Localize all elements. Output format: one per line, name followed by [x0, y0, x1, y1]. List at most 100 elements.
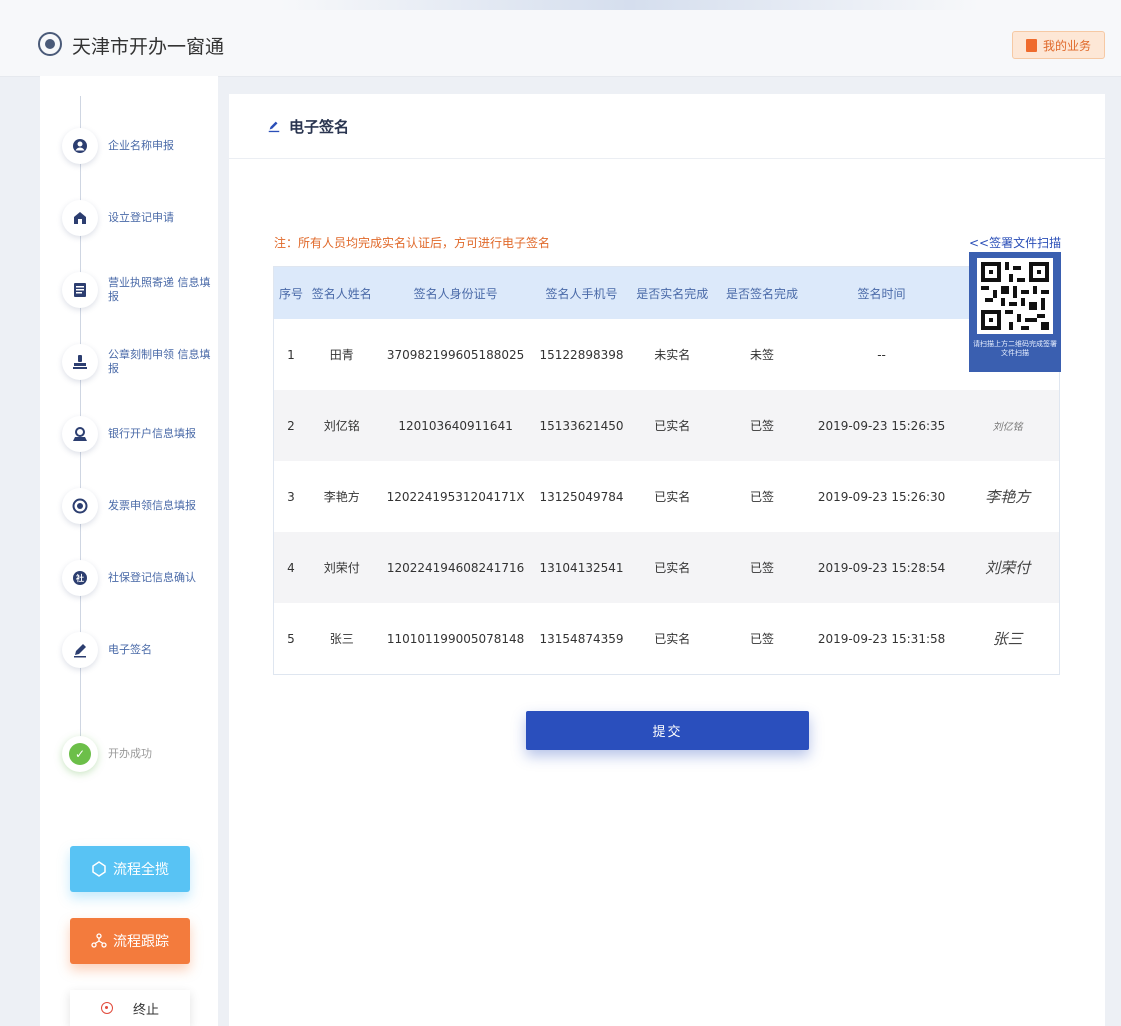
table-row: 2 刘亿铭 120103640911641 15133621450 已实名 已签…: [273, 390, 1060, 461]
step-label: 银行开户信息填报: [108, 427, 196, 440]
realname-note: 注：所有人员均完成实名认证后，方可进行电子签名: [274, 236, 551, 250]
pen-icon: [62, 632, 98, 668]
step-social-security[interactable]: 社 社保登记信息确认: [62, 558, 212, 598]
col-header-signed: 是否签名完成: [717, 266, 807, 319]
step-label: 电子签名: [108, 643, 152, 656]
clipboard-icon: [62, 272, 98, 308]
top-bar: 天津市开办一窗通 我的业务: [0, 0, 1121, 77]
cell-name: 田青: [329, 348, 354, 362]
cell-realname-status: 未实名: [654, 348, 691, 362]
qr-code-card: 请扫描上方二维码完成签署文件扫描: [969, 252, 1061, 372]
my-business-button[interactable]: 我的业务: [1012, 31, 1105, 59]
process-overview-button[interactable]: 流程全揽: [70, 846, 190, 892]
svg-text:社: 社: [75, 573, 84, 583]
cell-phone: 15122898398: [539, 347, 624, 362]
handwritten-signature: 刘亿铭: [992, 422, 1023, 433]
cell-index: 5: [287, 631, 295, 646]
cell-index: 4: [273, 532, 308, 603]
cell-signed-status: 已签: [749, 490, 774, 504]
step-label: 发票申领信息填报: [108, 499, 196, 512]
qr-caption: 请扫描上方二维码完成签署文件扫描: [973, 340, 1057, 357]
cell-signed-status: 已签: [717, 390, 807, 461]
step-label: 社保登记信息确认: [108, 571, 196, 584]
social-security-icon: 社: [62, 560, 98, 596]
process-track-label: 流程跟踪: [113, 934, 169, 950]
sidebar: 企业名称申报 设立登记申请 营业执照寄递 信息填报 公章刻制申领 信息填报 银行…: [40, 76, 218, 1026]
document-icon: [1025, 38, 1037, 52]
cell-realname-status: 已实名: [654, 490, 691, 504]
check-icon: ✓: [62, 736, 98, 772]
cell-realname-status: 已实名: [627, 390, 718, 461]
cell-signed-status: 未签: [749, 348, 774, 362]
table-row: 1 田青 370982199605188025 15122898398 未实名 …: [274, 319, 1060, 390]
col-header-realname: 是否实名完成: [627, 266, 718, 319]
cell-sign-time: 2019-09-23 15:31:58: [817, 631, 946, 646]
handwritten-signature: 刘荣付: [985, 559, 1031, 577]
table-row: 3 李艳方 12022419531204171X 13125049784 已实名…: [274, 461, 1060, 532]
cell-signature: 刘荣付: [956, 532, 1060, 603]
cell-phone: 13125049784: [539, 489, 624, 504]
step-label: 设立登记申请: [108, 211, 174, 224]
logo-icon: [38, 32, 62, 56]
overview-icon: [92, 861, 106, 877]
signers-table: 序号 签名人姓名 签名人身份证号 签名人手机号 是否实名完成 是否签名完成 签名…: [273, 266, 1060, 675]
banner-stripe: [280, 0, 980, 10]
step-success[interactable]: ✓ 开办成功: [62, 734, 212, 774]
step-registration[interactable]: 设立登记申请: [62, 198, 212, 238]
main-panel: 电子签名 注：所有人员均完成实名认证后，方可进行电子签名 <<签署文件扫描 序号…: [229, 94, 1105, 1026]
cell-phone: 15133621450: [535, 390, 628, 461]
handwritten-signature: 李艳方: [985, 488, 1031, 506]
app-title: 天津市开办一窗通: [72, 36, 225, 58]
cell-phone: 13154874359: [539, 631, 624, 646]
step-bank-account[interactable]: 银行开户信息填报: [62, 414, 212, 454]
track-icon: [91, 933, 107, 948]
process-overview-label: 流程全揽: [113, 862, 169, 878]
submit-button[interactable]: 提交: [526, 711, 809, 750]
panel-header: 电子签名: [229, 94, 1105, 159]
stamp-icon: [62, 344, 98, 380]
col-header-name: 签名人姓名: [307, 266, 376, 319]
col-header-phone: 签名人手机号: [535, 266, 628, 319]
page-title: 电子签名: [289, 118, 350, 136]
step-e-signature[interactable]: 电子签名: [62, 630, 212, 670]
pen-icon: [268, 121, 280, 133]
cell-id: 120224194608241716: [375, 532, 536, 603]
cell-id: 120103640911641: [375, 390, 536, 461]
cell-index: 2: [273, 390, 308, 461]
cell-signature: 刘亿铭: [956, 390, 1060, 461]
process-track-button[interactable]: 流程跟踪: [70, 918, 190, 964]
cell-id: 12022419531204171X: [386, 489, 525, 504]
cell-sign-time: 2019-09-23 15:26:35: [806, 390, 957, 461]
cell-realname-status: 已实名: [627, 532, 718, 603]
cell-name: 张三: [329, 632, 354, 646]
cell-id: 370982199605188025: [386, 347, 525, 362]
step-seal[interactable]: 公章刻制申领 信息填报: [62, 342, 212, 382]
cell-signed-status: 已签: [749, 632, 774, 646]
bank-user-icon: [62, 416, 98, 452]
col-header-index: 序号: [273, 266, 308, 319]
table-row: 5 张三 110101199005078148 13154874359 已实名 …: [274, 603, 1060, 675]
cell-sign-time: --: [877, 347, 886, 362]
step-company-name[interactable]: 企业名称申报: [62, 126, 212, 166]
cell-sign-time: 2019-09-23 15:28:54: [806, 532, 957, 603]
cell-id: 110101199005078148: [386, 631, 525, 646]
cell-realname-status: 已实名: [654, 632, 691, 646]
qr-code-image: [977, 258, 1053, 334]
step-label: 开办成功: [108, 747, 152, 760]
cell-index: 1: [287, 347, 295, 362]
scan-document-link[interactable]: <<签署文件扫描: [969, 234, 1061, 251]
cell-sign-time: 2019-09-23 15:26:30: [817, 489, 946, 504]
step-license-delivery[interactable]: 营业执照寄递 信息填报: [62, 270, 212, 310]
step-invoice[interactable]: 发票申领信息填报: [62, 486, 212, 526]
cell-name: 刘亿铭: [307, 390, 376, 461]
col-header-sign-time: 签名时间: [806, 266, 957, 319]
stop-button[interactable]: 终止: [70, 990, 190, 1026]
stop-icon: [100, 1002, 113, 1014]
cell-phone: 13104132541: [535, 532, 628, 603]
cell-index: 3: [287, 489, 295, 504]
cell-signature: 张三: [956, 603, 1059, 675]
cell-signature: 李艳方: [956, 461, 1059, 532]
home-icon: [62, 200, 98, 236]
cell-name: 李艳方: [323, 490, 360, 504]
user-icon: [62, 128, 98, 164]
